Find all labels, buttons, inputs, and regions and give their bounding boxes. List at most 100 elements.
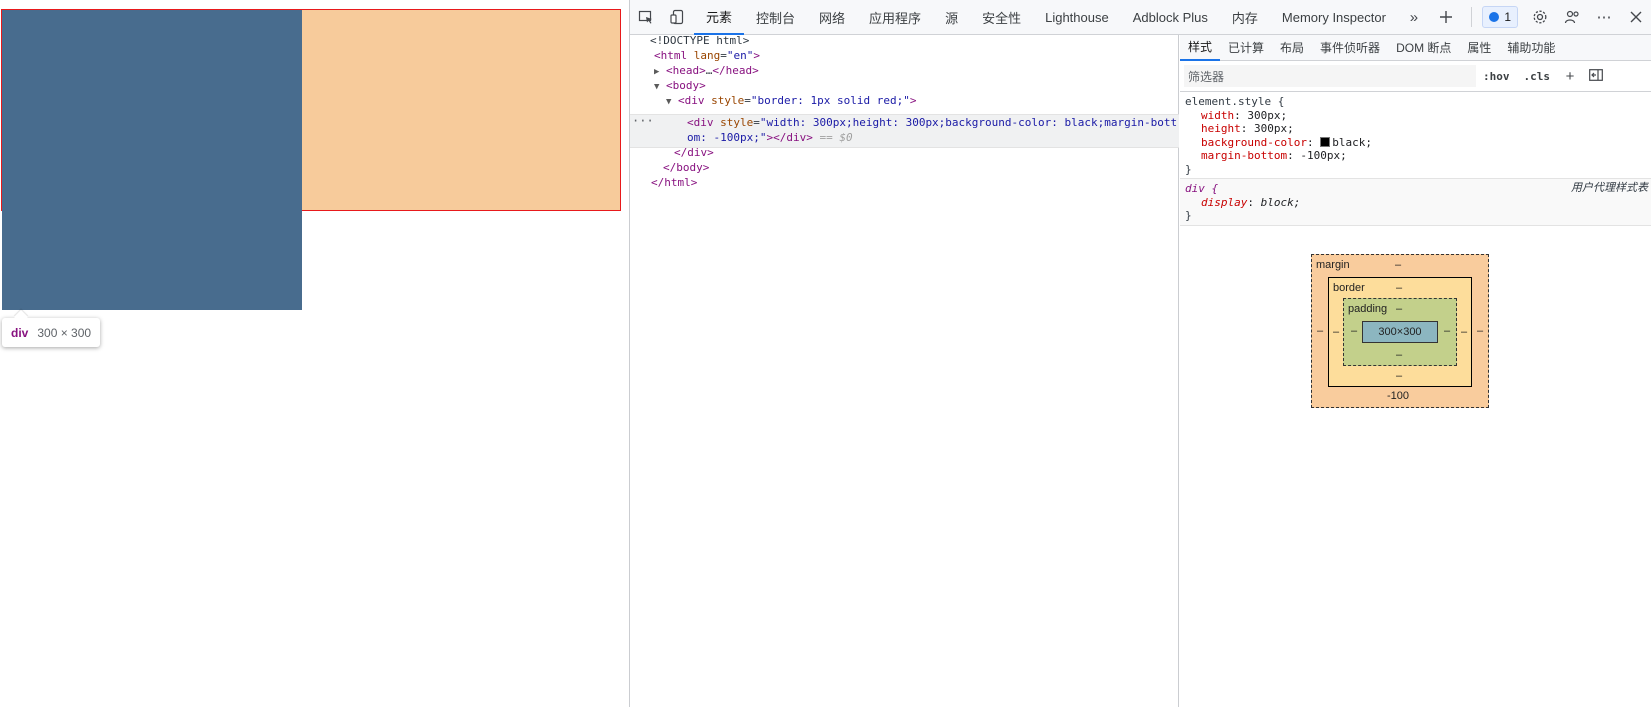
tooltip-size: 300 × 300 <box>37 325 92 340</box>
inner-div-style-attr: style <box>720 116 754 129</box>
padding-label: padding <box>1348 303 1388 315</box>
settings-gear-icon[interactable] <box>1524 0 1556 35</box>
padding-left-value: – <box>1351 325 1358 337</box>
outer-div-style-attr: style <box>711 94 745 107</box>
tab-lighthouse[interactable]: Lighthouse <box>1033 0 1121 35</box>
dom-inner-div-node-wrap[interactable]: om: -100px;"></div> == $0 <box>687 130 853 146</box>
issue-icon <box>1489 12 1500 22</box>
subtab-accessibility[interactable]: 辅助功能 <box>1499 35 1563 61</box>
margin-label: margin <box>1316 259 1350 271</box>
tab-memory-inspector[interactable]: Memory Inspector <box>1270 0 1398 35</box>
padding-bottom-value: – <box>1396 349 1403 361</box>
tab-memory[interactable]: 内存 <box>1220 0 1270 35</box>
tab-application[interactable]: 应用程序 <box>857 0 933 35</box>
color-swatch[interactable] <box>1320 136 1331 147</box>
dom-outer-div-node[interactable]: ▼ <div style="border: 1px solid red;"> <box>666 93 916 109</box>
margin-left-value: – <box>1317 325 1324 337</box>
padding-right-value: – <box>1444 325 1451 337</box>
issues-badge[interactable]: 1 <box>1482 6 1518 28</box>
border-top-value: – <box>1396 282 1403 294</box>
margin-bottom-value: -100 <box>1387 390 1410 402</box>
styles-filter-input[interactable]: 筛选器 <box>1184 65 1476 87</box>
styles-panel: 样式 已计算 布局 事件侦听器 DOM 断点 属性 辅助功能 筛选器 :hov … <box>1180 35 1651 707</box>
tab-elements[interactable]: 元素 <box>694 0 745 35</box>
subtab-dom-breakpoints[interactable]: DOM 断点 <box>1388 35 1459 61</box>
dom-outer-div-end[interactable]: </div> <box>674 145 714 161</box>
tab-adblock-plus[interactable]: Adblock Plus <box>1121 0 1220 35</box>
subtab-layout[interactable]: 布局 <box>1272 35 1312 61</box>
dom-html-node[interactable]: <html lang="en"> <box>654 48 760 64</box>
subtab-event-listeners[interactable]: 事件侦听器 <box>1312 35 1388 61</box>
user-agent-rule: 用户代理样式表 div { display: block; } <box>1180 179 1651 226</box>
styles-filter-row: 筛选器 :hov .cls + <box>1180 61 1651 92</box>
box-model-margin[interactable]: margin – – – -100 border – – – – padding… <box>1311 254 1489 408</box>
box-model: margin – – – -100 border – – – – padding… <box>1311 254 1489 408</box>
body-end-tag: </body> <box>663 161 710 174</box>
margin-right-value: – <box>1477 325 1484 337</box>
box-model-padding[interactable]: padding – – – – 300×300 <box>1343 298 1457 366</box>
box-model-content[interactable]: 300×300 <box>1362 321 1438 343</box>
dom-doctype[interactable]: <!DOCTYPE html> <box>650 33 749 49</box>
add-tab-icon[interactable] <box>1430 0 1462 35</box>
html-lang-value: "en" <box>726 49 754 62</box>
element-style-rule[interactable]: element.style { width: 300px; height: 30… <box>1180 92 1651 179</box>
tab-console[interactable]: 控制台 <box>744 0 807 35</box>
tooltip-tag: div <box>11 325 29 340</box>
head-close-tag: </head> <box>712 64 759 77</box>
screen: div 300 × 300 元素 控制台 网络 应用程序 源 安全性 Light… <box>0 0 1651 707</box>
html-close-bracket: > <box>753 49 760 62</box>
cls-button[interactable]: .cls <box>1517 70 1558 83</box>
subtab-properties[interactable]: 属性 <box>1459 35 1499 61</box>
box-model-border[interactable]: border – – – – padding – – – – 300×300 <box>1328 277 1472 387</box>
inner-div-style-value-2: om: -100px;" <box>687 131 767 144</box>
inner-div-highlight[interactable] <box>2 10 302 310</box>
border-left-value: – <box>1333 326 1340 338</box>
html-lang-attr: lang <box>693 49 721 62</box>
dom-body-end[interactable]: </body> <box>663 160 709 176</box>
element-tooltip: div 300 × 300 <box>2 318 101 347</box>
head-open-tag: <head> <box>666 64 706 77</box>
device-toolbar-icon[interactable] <box>662 0 694 35</box>
new-style-rule-icon[interactable]: + <box>1557 68 1583 85</box>
prop-margin-bottom[interactable]: margin-bottom: -100px; <box>1185 149 1647 163</box>
margin-top-value: – <box>1395 259 1402 271</box>
html-open-tag: <html <box>654 49 688 62</box>
dom-body-node[interactable]: ▼ <body> <box>654 78 706 94</box>
tab-security[interactable]: 安全性 <box>970 0 1033 35</box>
inner-div-close-tag: ></div> <box>766 131 813 144</box>
outer-div-style-value: "border: 1px solid red;" <box>750 94 910 107</box>
toggle-sidebar-icon[interactable] <box>1583 68 1609 85</box>
hov-button[interactable]: :hov <box>1476 70 1517 83</box>
dom-head-node[interactable]: ▶ <head>…</head> <box>654 63 759 79</box>
collapse-triangle-icon[interactable]: ▼ <box>666 94 678 110</box>
close-icon[interactable] <box>1620 0 1651 35</box>
subtab-styles[interactable]: 样式 <box>1180 35 1221 61</box>
collapse-triangle-icon[interactable]: ▼ <box>654 79 666 95</box>
inner-div-open-tag: <div <box>687 116 714 129</box>
outer-div-close-bracket: > <box>909 94 917 107</box>
inspect-element-icon[interactable] <box>630 0 662 35</box>
subtab-computed[interactable]: 已计算 <box>1220 35 1272 61</box>
doctype-text: <!DOCTYPE html> <box>650 34 750 47</box>
dom-html-end[interactable]: </html> <box>651 175 697 191</box>
html-end-tag: </html> <box>651 176 698 189</box>
more-options-icon[interactable]: ⋯ <box>1588 0 1620 35</box>
node-actions-dots[interactable]: ··· <box>632 113 654 129</box>
tab-sources[interactable]: 源 <box>933 0 970 35</box>
outer-div-open-tag: <div <box>678 94 705 107</box>
prop-display: display: block; <box>1201 195 1301 209</box>
rule-close-brace: } <box>1185 162 1192 176</box>
prop-height[interactable]: height: 300px; <box>1185 122 1647 136</box>
prop-width[interactable]: width: 300px; <box>1185 109 1647 123</box>
more-tabs-icon[interactable]: » <box>1398 0 1430 35</box>
dom-inner-div-node[interactable]: <div style="width: 300px;height: 300px;b… <box>687 115 1177 131</box>
user-feedback-icon[interactable] <box>1556 0 1588 35</box>
tab-network[interactable]: 网络 <box>807 0 857 35</box>
content-size: 300×300 <box>1378 326 1422 338</box>
selected-node-ref: == $0 <box>819 131 853 144</box>
page-viewport: div 300 × 300 <box>0 0 629 707</box>
dom-tree-panel: ··· <!DOCTYPE html> <html lang="en"> ▶ <h… <box>630 33 1179 707</box>
prop-background-color[interactable]: background-color: black; <box>1185 136 1647 150</box>
user-agent-stylesheet-label: 用户代理样式表 <box>1571 182 1648 194</box>
ua-close-brace: } <box>1185 209 1192 222</box>
